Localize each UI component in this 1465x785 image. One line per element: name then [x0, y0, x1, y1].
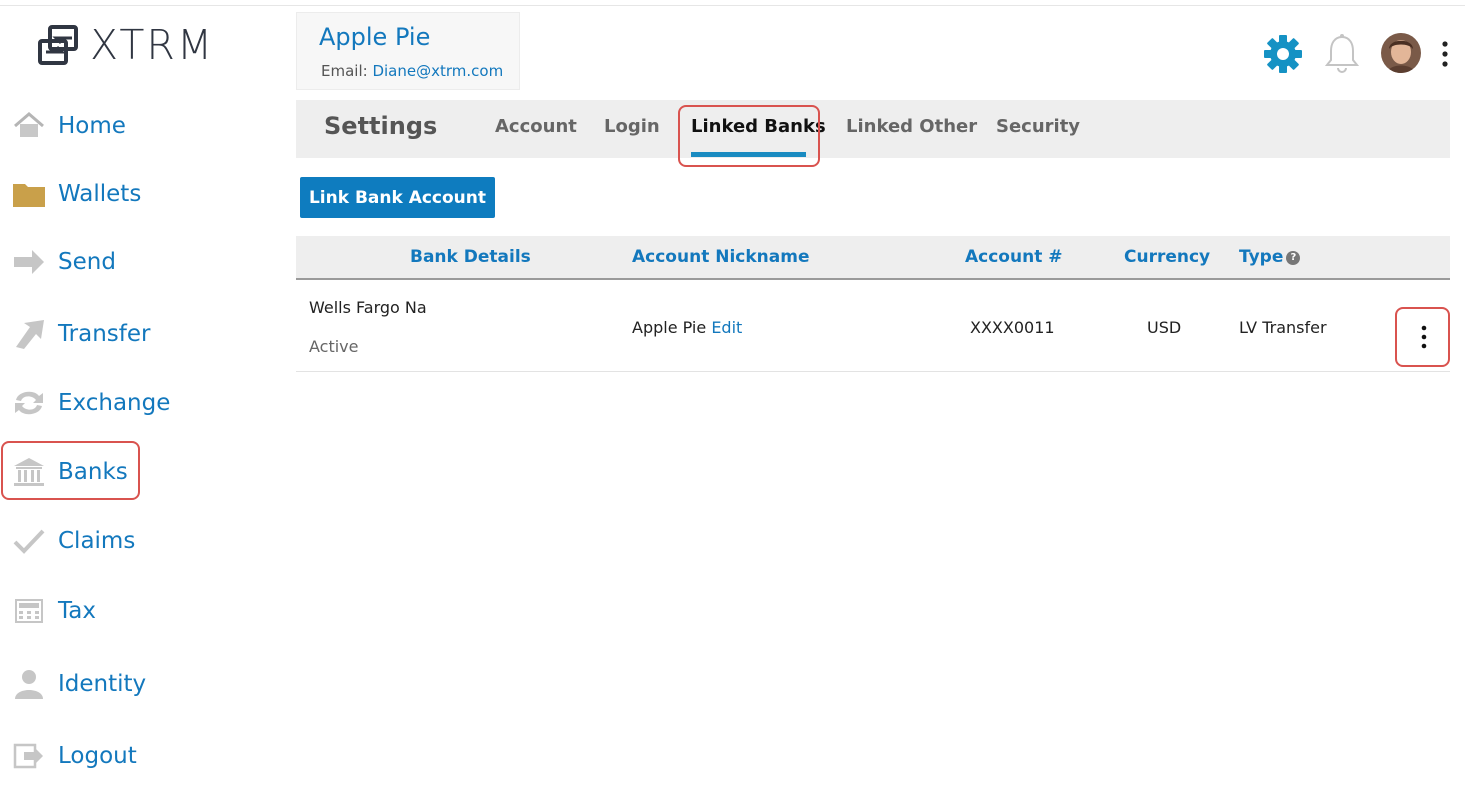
edit-nickname-link[interactable]: Edit [711, 318, 742, 337]
tab-login[interactable]: Login [604, 116, 660, 137]
arrow-right-icon [10, 243, 48, 281]
sidebar-item-label: Send [58, 249, 116, 275]
email-label: Email: [321, 62, 368, 80]
home-icon [10, 107, 48, 145]
banks-highlight [1, 441, 140, 500]
bell-icon[interactable] [1322, 33, 1362, 75]
brand-logo[interactable]: XTRM [36, 21, 215, 69]
help-icon[interactable]: ? [1286, 251, 1301, 265]
sidebar-item-send[interactable]: Send [10, 237, 190, 287]
sidebar-item-label: Exchange [58, 390, 171, 416]
currency: USD [1147, 318, 1182, 337]
folder-icon [10, 175, 48, 213]
sidebar-item-label: Claims [58, 528, 136, 554]
xtrm-logo-icon [38, 25, 78, 65]
link-bank-account-button[interactable]: Link Bank Account [300, 177, 495, 218]
sidebar-item-claims[interactable]: Claims [10, 516, 190, 566]
sidebar-item-logout[interactable]: Logout [10, 731, 190, 781]
column-header-type[interactable]: Type? [1239, 247, 1301, 267]
more-vertical-icon[interactable] [1437, 40, 1453, 68]
sidebar-item-label: Home [58, 113, 126, 139]
account-nickname-cell: Apple Pie Edit [632, 318, 742, 337]
top-border [0, 0, 1465, 6]
calculator-icon [10, 592, 48, 630]
sidebar-item-wallets[interactable]: Wallets [10, 169, 190, 219]
logout-icon [10, 737, 48, 775]
row-actions-highlight [1395, 307, 1450, 367]
column-header-currency[interactable]: Currency [1124, 247, 1210, 267]
sidebar-item-tax[interactable]: Tax [10, 586, 190, 636]
transfer-arrow-icon [10, 315, 48, 353]
sidebar-item-label: Wallets [58, 181, 142, 207]
profile-name: Apple Pie [319, 23, 431, 51]
profile-card: Apple Pie Email: Diane@xtrm.com [296, 12, 520, 90]
profile-email: Email: Diane@xtrm.com [321, 62, 503, 80]
sidebar-item-label: Identity [58, 671, 147, 697]
avatar[interactable] [1381, 33, 1421, 73]
sidebar-item-label: Tax [58, 598, 96, 624]
sidebar-item-label: Logout [58, 743, 137, 769]
tab-linked-other[interactable]: Linked Other [846, 116, 977, 137]
tab-account[interactable]: Account [495, 116, 577, 137]
column-header-account-number[interactable]: Account # [965, 247, 1062, 267]
column-header-type-label: Type [1239, 247, 1284, 267]
sidebar-item-transfer[interactable]: Transfer [10, 309, 190, 359]
sidebar-item-exchange[interactable]: Exchange [10, 378, 190, 428]
settings-title: Settings [324, 112, 438, 140]
email-value[interactable]: Diane@xtrm.com [372, 62, 503, 80]
column-header-bank-details[interactable]: Bank Details [410, 247, 531, 267]
sidebar-item-identity[interactable]: Identity [10, 659, 190, 709]
person-icon [10, 665, 48, 703]
account-type: LV Transfer [1239, 318, 1327, 337]
sidebar-item-home[interactable]: Home [10, 101, 190, 151]
column-header-account-nickname[interactable]: Account Nickname [632, 247, 810, 267]
checkmark-icon [10, 522, 48, 560]
sidebar-item-label: Transfer [58, 321, 151, 347]
gear-icon[interactable] [1262, 33, 1304, 75]
bank-name: Wells Fargo Na [309, 298, 427, 317]
account-number: XXXX0011 [970, 318, 1055, 337]
brand-name: XTRM [90, 21, 215, 69]
tab-security[interactable]: Security [996, 116, 1080, 137]
bank-status: Active [309, 337, 359, 356]
account-nickname: Apple Pie [632, 318, 707, 337]
linked-banks-highlight [678, 105, 820, 167]
exchange-icon [10, 384, 48, 422]
